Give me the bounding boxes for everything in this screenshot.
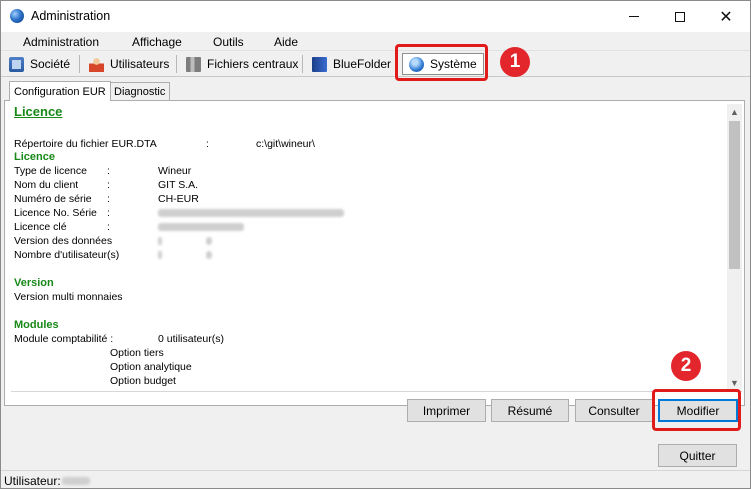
- licence-row: Licence clé :: [14, 220, 244, 234]
- tab-diagnostic[interactable]: Diagnostic: [109, 82, 171, 101]
- summary-button[interactable]: Résumé: [491, 399, 569, 422]
- file-path-label: Répertoire du fichier EUR.DTA: [14, 138, 157, 150]
- maximize-button[interactable]: [657, 1, 703, 32]
- annotation-badge: 2: [671, 351, 701, 381]
- menu-outils[interactable]: Outils: [213, 35, 244, 49]
- blue-folder-icon: [312, 56, 327, 72]
- licence-row-label: Version des données: [14, 235, 113, 247]
- maximize-icon: [675, 11, 685, 22]
- licence-row-label: Nom du client: [14, 179, 79, 191]
- toolbar-separator: [79, 55, 80, 73]
- annotation-highlight-systeme: [395, 44, 488, 81]
- files-icon: [186, 56, 201, 72]
- licence-row-sep: :: [107, 221, 110, 233]
- module-row: Module comptabilité : 0 utilisateur(s): [14, 332, 224, 346]
- licence-heading: Licence: [14, 151, 55, 163]
- licence-row: Nom du client : GIT S.A.: [14, 178, 198, 192]
- redacted-serial: [158, 209, 344, 217]
- file-path-sep: :: [206, 138, 209, 150]
- tab-configuration-eur[interactable]: Configuration EUR: [9, 81, 111, 101]
- tab-utilisateurs-label: Utilisateurs: [110, 57, 170, 71]
- licence-row-sep: :: [107, 165, 110, 177]
- users-icon: [89, 56, 104, 72]
- licence-row-label: Licence No. Série: [14, 207, 97, 219]
- licence-row-value: GIT S.A.: [158, 179, 199, 191]
- redacted-sep: [158, 251, 162, 259]
- title-bar: Administration ✕: [1, 1, 750, 32]
- menu-administration[interactable]: Administration: [23, 35, 99, 49]
- licence-row: Type de licence : Wineur: [14, 164, 191, 178]
- redacted-key: [158, 223, 244, 231]
- menu-aide[interactable]: Aide: [274, 35, 298, 49]
- annotation-badge: 1: [500, 47, 530, 77]
- redacted-username: [62, 477, 90, 485]
- report-title: Licence: [14, 104, 63, 119]
- tab-bluefolder-label: BlueFolder: [333, 57, 392, 71]
- licence-row-sep: :: [107, 207, 110, 219]
- licence-row-sep: :: [107, 193, 110, 205]
- option-item: Option analytique: [110, 361, 192, 373]
- status-bar: Utilisateur:: [1, 470, 750, 488]
- licence-row-label: Numéro de série: [14, 193, 92, 205]
- version-text: Version multi monnaies: [14, 291, 123, 303]
- licence-row-value: CH-EUR: [158, 193, 199, 205]
- redacted-sep: [158, 237, 162, 245]
- version-heading: Version: [14, 277, 54, 289]
- tab-configuration-eur-label: Configuration EUR: [14, 85, 106, 98]
- admin-window: Administration ✕ Administration Affichag…: [0, 0, 751, 489]
- module-toolbar: Société Utilisateurs Fichiers centraux B…: [1, 51, 750, 77]
- tab-societe[interactable]: Société: [9, 53, 70, 75]
- annotation-highlight-modifier: [652, 389, 741, 431]
- window-title: Administration: [31, 9, 111, 23]
- app-globe-icon: [10, 9, 24, 23]
- consult-button[interactable]: Consulter: [575, 399, 653, 422]
- redacted-value: [206, 237, 212, 245]
- quit-button[interactable]: Quitter: [658, 444, 737, 467]
- module-label: Module comptabilité :: [14, 333, 114, 345]
- print-button[interactable]: Imprimer: [407, 399, 486, 422]
- menu-bar: Administration Affichage Outils Aide: [1, 32, 750, 51]
- licence-row-sep: :: [107, 179, 110, 191]
- scroll-up-icon[interactable]: ▲: [727, 104, 742, 119]
- scroll-down-icon[interactable]: ▼: [727, 375, 742, 390]
- panel-divider: [11, 391, 742, 392]
- configuration-panel: Licence Répertoire du fichier EUR.DTA : …: [4, 100, 745, 422]
- close-button[interactable]: ✕: [703, 1, 749, 32]
- toolbar-separator: [176, 55, 177, 73]
- licence-row: Numéro de série : CH-EUR: [14, 192, 199, 206]
- licence-row-label: Type de licence: [14, 165, 87, 177]
- status-user-label: Utilisateur:: [4, 474, 61, 488]
- tab-societe-label: Société: [30, 57, 71, 71]
- redacted-value: [206, 251, 212, 259]
- close-icon: ✕: [719, 6, 733, 26]
- licence-row: Licence No. Série :: [14, 206, 344, 220]
- licence-row-label: Licence clé: [14, 221, 67, 233]
- licence-report[interactable]: Licence Répertoire du fichier EUR.DTA : …: [11, 104, 726, 390]
- tab-fichiers-label: Fichiers centraux: [207, 57, 299, 71]
- file-path-value: c:\git\wineur\: [256, 138, 315, 150]
- option-item: Option tiers: [110, 347, 164, 359]
- tab-bluefolder[interactable]: BlueFolder: [312, 53, 391, 75]
- tab-diagnostic-label: Diagnostic: [114, 86, 166, 98]
- file-path-row: Répertoire du fichier EUR.DTA : c:\git\w…: [14, 137, 315, 151]
- building-icon: [9, 56, 24, 72]
- toolbar-separator: [302, 55, 303, 73]
- tab-fichiers-centraux[interactable]: Fichiers centraux: [186, 53, 298, 75]
- minimize-icon: [629, 16, 639, 17]
- report-scrollbar[interactable]: ▲ ▼: [727, 104, 742, 390]
- licence-row-label: Nombre d'utilisateur(s): [14, 249, 120, 261]
- menu-affichage[interactable]: Affichage: [132, 35, 182, 49]
- modules-heading: Modules: [14, 319, 59, 331]
- licence-row: Nombre d'utilisateur(s): [14, 248, 212, 262]
- minimize-button[interactable]: [611, 1, 657, 32]
- tab-utilisateurs[interactable]: Utilisateurs: [89, 53, 169, 75]
- licence-row-value: Wineur: [158, 165, 192, 177]
- licence-row: Version des données: [14, 234, 212, 248]
- option-item: Option budget: [110, 375, 176, 387]
- module-value: 0 utilisateur(s): [158, 333, 224, 345]
- scroll-thumb[interactable]: [729, 121, 740, 269]
